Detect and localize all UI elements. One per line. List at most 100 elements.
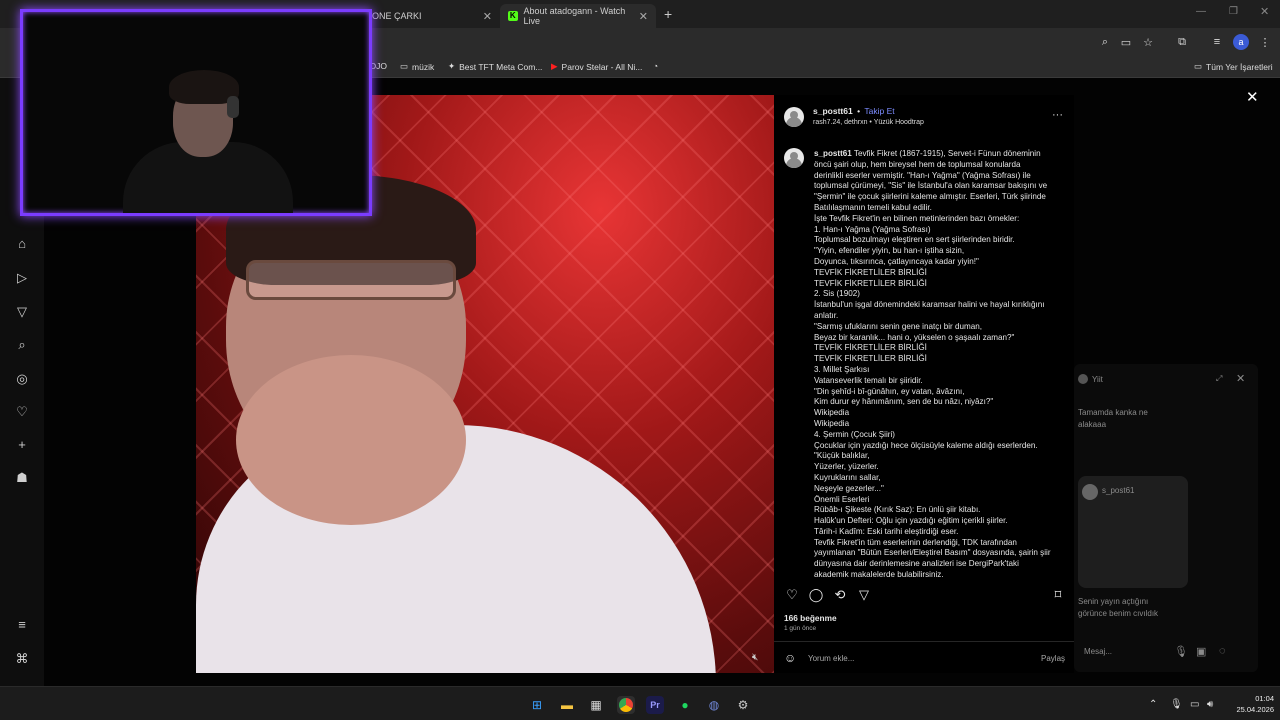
network-icon[interactable]: ▭	[1190, 699, 1199, 710]
all-bookmarks[interactable]: ▭ Tüm Yer İşaretleri	[1194, 61, 1273, 72]
chrome-icon[interactable]	[617, 696, 635, 714]
notifications-icon[interactable]: ♡	[14, 404, 30, 420]
avatar[interactable]	[784, 148, 804, 168]
close-modal-icon[interactable]: ✕	[1246, 88, 1259, 106]
close-icon[interactable]: ✕	[1236, 372, 1245, 385]
post-subtitle[interactable]: rash7.24, dethrxn • Yüzük Hoodtrap	[813, 119, 924, 126]
image-icon[interactable]: ▣	[1196, 645, 1206, 658]
bookmark-label: DJO	[370, 61, 387, 71]
site-icon: ✦	[448, 61, 456, 71]
window-close-icon[interactable]: ✕	[1260, 5, 1269, 18]
media-controls-icon[interactable]: ≡	[1209, 34, 1225, 50]
chat-message: Tamamda kanka ne	[1078, 408, 1148, 417]
close-icon[interactable]: ✕	[483, 10, 492, 23]
bookmark-extra[interactable]: ◔	[653, 61, 658, 71]
extensions-icon[interactable]: ⧉	[1174, 34, 1190, 50]
post-caption: s_postt61 Tevfik Fikret (1867-1915), Ser…	[814, 149, 1058, 579]
store-icon[interactable]: ▦	[587, 696, 605, 714]
clock-date: 25.04.2026	[1236, 705, 1274, 714]
post-detail-panel: s_postt61 • Takip Et rash7.24, dethrxn •…	[774, 95, 1074, 673]
messages-icon[interactable]: ▽	[14, 304, 30, 320]
explore-icon[interactable]: ◎	[14, 371, 30, 387]
site-icon: ◔	[653, 61, 659, 71]
folder-icon: ▭	[400, 61, 409, 71]
bookmark-tft[interactable]: ✦ Best TFT Meta Com...	[448, 61, 542, 72]
tab-title: About atadogann - Watch Live	[523, 6, 626, 26]
tray-chevron-icon[interactable]: ⌃	[1149, 699, 1157, 710]
chat-contact: s_post61	[1102, 486, 1135, 495]
sticker-icon[interactable]: ◌	[1219, 645, 1226, 657]
search-icon[interactable]: ⌕	[14, 337, 30, 353]
save-icon[interactable]: ⌑	[1050, 587, 1066, 603]
new-tab-icon[interactable]: +	[664, 6, 672, 22]
post-username[interactable]: s_postt61 • Takip Et	[813, 106, 895, 116]
file-explorer-icon[interactable]: ▬	[558, 696, 576, 714]
spotify-icon[interactable]: ●	[676, 696, 694, 714]
caption-text: Tevfik Fikret (1867-1915), Servet-i Fünu…	[814, 149, 1051, 579]
maximize-icon[interactable]: ❐	[1229, 6, 1238, 17]
zoom-icon[interactable]: ⌕	[1097, 34, 1113, 50]
bookmark-label: Tüm Yer İşaretleri	[1206, 61, 1273, 72]
comment-icon[interactable]: ◯	[808, 587, 824, 603]
username-text: s_postt61	[813, 106, 853, 116]
reels-icon[interactable]: ▷	[14, 270, 30, 286]
more-options-icon[interactable]: ···	[1052, 109, 1063, 121]
avatar[interactable]	[784, 107, 804, 127]
premiere-icon[interactable]: Pr	[646, 696, 664, 714]
expand-icon[interactable]: ⤢	[1216, 374, 1222, 384]
mute-icon[interactable]: 🔇︎	[752, 652, 758, 663]
avatar	[1082, 484, 1098, 500]
kick-icon: K	[508, 11, 518, 21]
post-comment-button[interactable]: Paylaş	[1041, 654, 1065, 663]
chat-input[interactable]: Mesaj...	[1084, 647, 1112, 656]
windows-taskbar: ⊞ ▬ ▦ Pr ● ◍ ⚙ ⌃ 🎙︎ ▭ 🔊︎ 01:04 25.04.202…	[0, 686, 1280, 720]
tab-kick-about[interactable]: K About atadogann - Watch Live ✕	[500, 4, 656, 28]
comment-input[interactable]: Yorum ekle...	[808, 654, 854, 663]
bookmark-parov[interactable]: ▶ Parov Stelar - All Ni...	[551, 61, 642, 72]
create-icon[interactable]: +	[14, 437, 30, 453]
profile-avatar[interactable]: a	[1233, 34, 1249, 50]
caption-username[interactable]: s_postt61	[814, 149, 852, 158]
more-menu-icon[interactable]: ≡	[14, 617, 30, 633]
bookmark-label: Best TFT Meta Com...	[459, 61, 543, 72]
divider	[774, 641, 1074, 642]
cast-icon[interactable]: ▭	[1118, 34, 1134, 50]
video-person-hand	[236, 355, 466, 525]
like-icon[interactable]: ♡	[784, 587, 800, 603]
discord-icon[interactable]: ◍	[705, 696, 723, 714]
minimize-icon[interactable]: —	[1196, 6, 1206, 17]
star-icon[interactable]: ☆	[1140, 34, 1156, 50]
avatar	[1078, 374, 1088, 384]
start-icon[interactable]: ⊞	[528, 696, 546, 714]
bookmark-dojo[interactable]: DJO	[370, 61, 387, 71]
bookmark-muzik[interactable]: ▭ müzik	[400, 61, 434, 72]
home-icon[interactable]: ⌂	[14, 236, 30, 252]
chat-notice: görünce benim cıvıldık	[1078, 609, 1159, 618]
mic-icon[interactable]: 🎙︎	[1174, 645, 1188, 658]
repost-icon[interactable]: ⟲	[832, 587, 848, 603]
meta-icon[interactable]: ⌘	[14, 651, 30, 667]
likes-count[interactable]: 166 beğenme	[784, 613, 837, 623]
app-icon[interactable]: ⚙	[734, 696, 752, 714]
youtube-icon: ▶	[551, 61, 558, 71]
streamer-webcam	[20, 9, 372, 216]
chat-notice: Senin yayın açtığını	[1078, 597, 1149, 606]
menu-icon[interactable]: ⋮	[1257, 34, 1273, 50]
post-time: 1 gün önce	[784, 625, 817, 632]
follow-button[interactable]: Takip Et	[864, 106, 894, 116]
share-icon[interactable]: ▽	[856, 587, 872, 603]
dm-chat-window: Yiit ⤢ ✕ Tamamda kanka ne alakaaa s_post…	[1074, 364, 1258, 672]
tab-wheel[interactable]: ONE ÇARKI ✕	[364, 4, 500, 28]
clock[interactable]: 01:04 25.04.2026	[1230, 693, 1274, 715]
clock-time: 01:04	[1255, 694, 1274, 703]
chat-message: alakaaa	[1078, 420, 1107, 429]
volume-icon[interactable]: 🔊︎	[1207, 699, 1213, 710]
webcam-headset	[227, 96, 239, 118]
chat-title: Yiit	[1092, 375, 1103, 384]
mic-icon[interactable]: 🎙︎	[1170, 699, 1183, 710]
bookmark-label: müzik	[412, 61, 435, 72]
threads-icon[interactable]: ☗	[14, 470, 30, 486]
emoji-icon[interactable]: ☺	[784, 651, 796, 665]
close-icon[interactable]: ✕	[639, 10, 648, 23]
folder-icon: ▭	[1194, 61, 1203, 71]
